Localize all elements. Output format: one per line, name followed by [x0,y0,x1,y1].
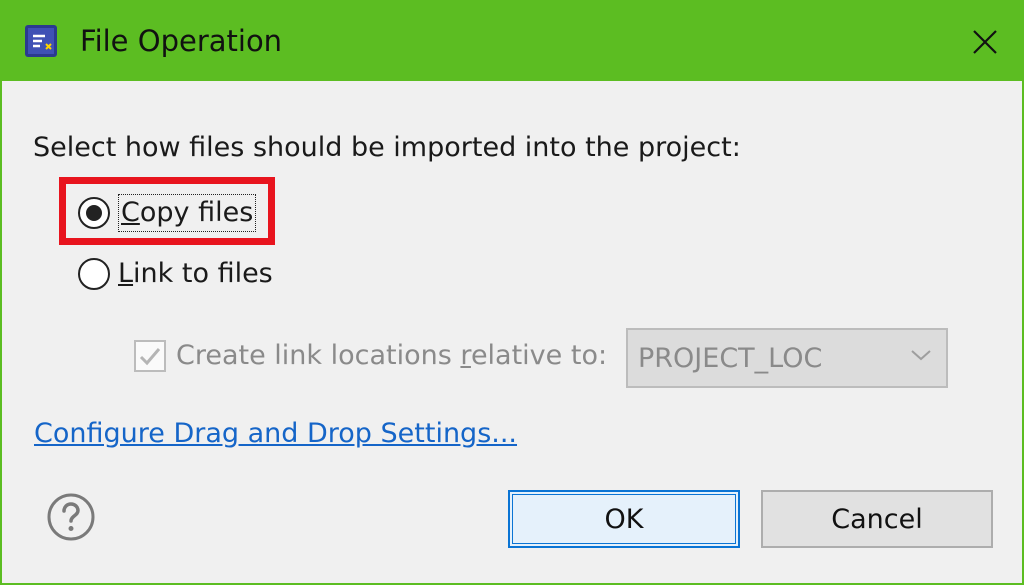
link-to-files-radio[interactable]: Link to files [78,256,273,292]
relative-location-checkbox[interactable]: Create link locations relative to: [134,338,607,374]
eclipse-ide-icon [25,25,57,57]
import-prompt: Select how files should be imported into… [33,132,741,163]
ok-button[interactable]: OK [508,490,740,548]
cancel-button-label: Cancel [831,503,923,535]
link-to-files-label: Link to files [118,258,273,289]
checkmark-icon [134,340,166,372]
copy-files-label: Copy files [118,194,257,232]
title-bar[interactable]: File Operation [2,2,1022,81]
radio-unselected-icon [78,258,110,290]
copy-files-radio[interactable]: Copy files [78,194,257,232]
dialog-title: File Operation [80,24,283,58]
close-button[interactable] [957,14,1013,70]
cancel-button[interactable]: Cancel [761,490,993,548]
radio-selected-icon [78,197,110,229]
chevron-down-icon [911,350,931,361]
path-variable-value: PROJECT_LOC [638,342,823,374]
file-operation-dialog: File Operation Select how files should b… [0,0,1024,585]
drag-drop-settings-link[interactable]: Configure Drag and Drop Settings... [34,416,517,452]
help-icon[interactable] [46,492,96,542]
relative-location-label: Create link locations relative to: [176,340,608,371]
path-variable-dropdown[interactable]: PROJECT_LOC [626,328,948,388]
close-icon [973,30,997,54]
ok-button-focus-ring [512,494,736,544]
